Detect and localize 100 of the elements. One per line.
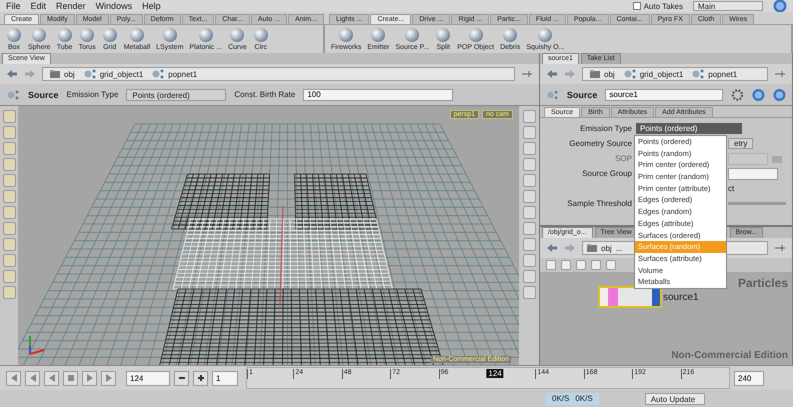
playback-button[interactable] [6,370,21,386]
square-icon[interactable] [522,142,536,155]
help-icon[interactable] [773,88,786,102]
stop-button[interactable] [63,370,78,386]
square-icon[interactable] [2,270,16,283]
square-icon[interactable] [561,260,571,270]
triangle-icon [86,374,94,382]
frame-field[interactable]: 124 [126,370,170,386]
square-icon[interactable] [522,254,536,267]
dropdown[interactable]: Points (ordered) [636,123,742,134]
dropdown[interactable]: Points (ordered) [126,88,226,100]
square-icon[interactable] [522,238,536,251]
back-arrow-icon[interactable] [546,243,558,253]
node-name: source1 [663,292,699,302]
back-arrow-icon[interactable] [546,69,558,79]
input-field[interactable]: 100 [303,88,454,100]
menu-item[interactable]: Render [56,1,86,11]
menu-item[interactable]: File [6,1,21,11]
ball-icon [537,27,554,43]
path-bar[interactable]: obj grid_object1 popnet1 [582,67,768,81]
playback-button[interactable] [101,370,116,386]
edition-label: Non-Commercial Edition [671,350,788,361]
square-icon[interactable] [2,126,16,139]
path-bar[interactable]: obj grid_object1 popnet1 [42,67,515,81]
square-icon[interactable] [522,286,536,299]
dropdown[interactable]: etry [728,138,754,149]
path-item[interactable]: popnet1 [708,70,738,78]
decrement-button[interactable] [174,370,189,386]
square-icon[interactable] [522,126,536,139]
end-frame-field[interactable]: 240 [734,370,764,386]
increment-button[interactable] [193,370,208,386]
square-icon[interactable] [546,260,556,270]
param-label: Geometry Source [568,139,632,148]
back-arrow-icon[interactable] [6,69,18,79]
current-frame-marker[interactable]: 124 [486,369,504,378]
help-icon[interactable] [752,88,766,102]
ball-icon [252,27,269,43]
node-tile[interactable] [600,288,660,306]
desktop-dropdown[interactable]: Main [693,1,763,11]
path-item[interactable]: grid_object1 [640,70,684,78]
particles-icon [151,68,166,80]
square-icon[interactable] [2,286,16,299]
particles-icon [546,88,559,100]
square-icon[interactable] [522,206,536,219]
menu-item[interactable]: Help [142,1,161,11]
particles-icon [691,68,706,80]
path-item[interactable]: ... [616,244,622,252]
playback-button[interactable] [25,370,40,386]
square-icon[interactable] [591,260,601,270]
menu-item[interactable]: Edit [30,1,46,11]
square-icon[interactable] [522,110,536,123]
forward-arrow-icon[interactable] [24,69,36,79]
param-label: Emission Type [579,124,632,133]
playback-button[interactable] [44,370,59,386]
slider-track[interactable] [728,202,786,205]
param-label: SOP [614,154,632,163]
square-icon[interactable] [522,174,536,187]
checkbox[interactable] [632,2,641,10]
path-item[interactable]: obj [64,70,75,78]
square-icon[interactable] [2,222,16,235]
forward-arrow-icon[interactable] [564,243,576,253]
playback-button[interactable] [82,370,97,386]
square-icon[interactable] [2,110,16,123]
ball-icon [79,27,96,43]
square-icon[interactable] [522,270,536,283]
square-icon[interactable] [2,254,16,267]
square-icon[interactable] [522,190,536,203]
folder-icon[interactable] [771,154,783,164]
path-item[interactable]: obj [601,244,612,252]
ball-icon [404,27,420,43]
context-label: Particles [738,276,788,290]
square-icon[interactable] [522,222,536,235]
checkbox-label: Auto Takes [644,2,683,10]
square-icon[interactable] [2,190,16,203]
ball-icon [502,27,518,43]
triangle-icon [48,374,56,382]
input-field[interactable] [728,168,778,180]
path-item[interactable]: grid_object1 [100,70,144,78]
square-icon[interactable] [522,158,536,171]
square-icon[interactable] [2,158,16,171]
step-field[interactable]: 1 [212,370,238,386]
help-icon[interactable] [773,0,787,13]
folder-icon [49,69,61,79]
square-icon[interactable] [606,260,616,270]
square-icon[interactable] [2,238,16,251]
path-item[interactable]: obj [604,70,615,78]
square-icon[interactable] [2,174,16,187]
upload-rate: 0K/S [575,394,593,403]
square-icon[interactable] [2,206,16,219]
square-icon[interactable] [576,260,586,270]
stop-icon [66,374,74,382]
node-name-field[interactable]: source1 [605,88,724,100]
ball-icon [31,27,48,43]
update-mode-dropdown[interactable]: Auto Update [644,392,705,404]
forward-arrow-icon[interactable] [564,69,576,79]
gear-icon[interactable] [731,88,744,102]
path-item[interactable]: popnet1 [168,70,198,78]
square-icon[interactable] [2,142,16,155]
triangle-icon [28,374,36,382]
menu-item[interactable]: Windows [96,1,132,11]
